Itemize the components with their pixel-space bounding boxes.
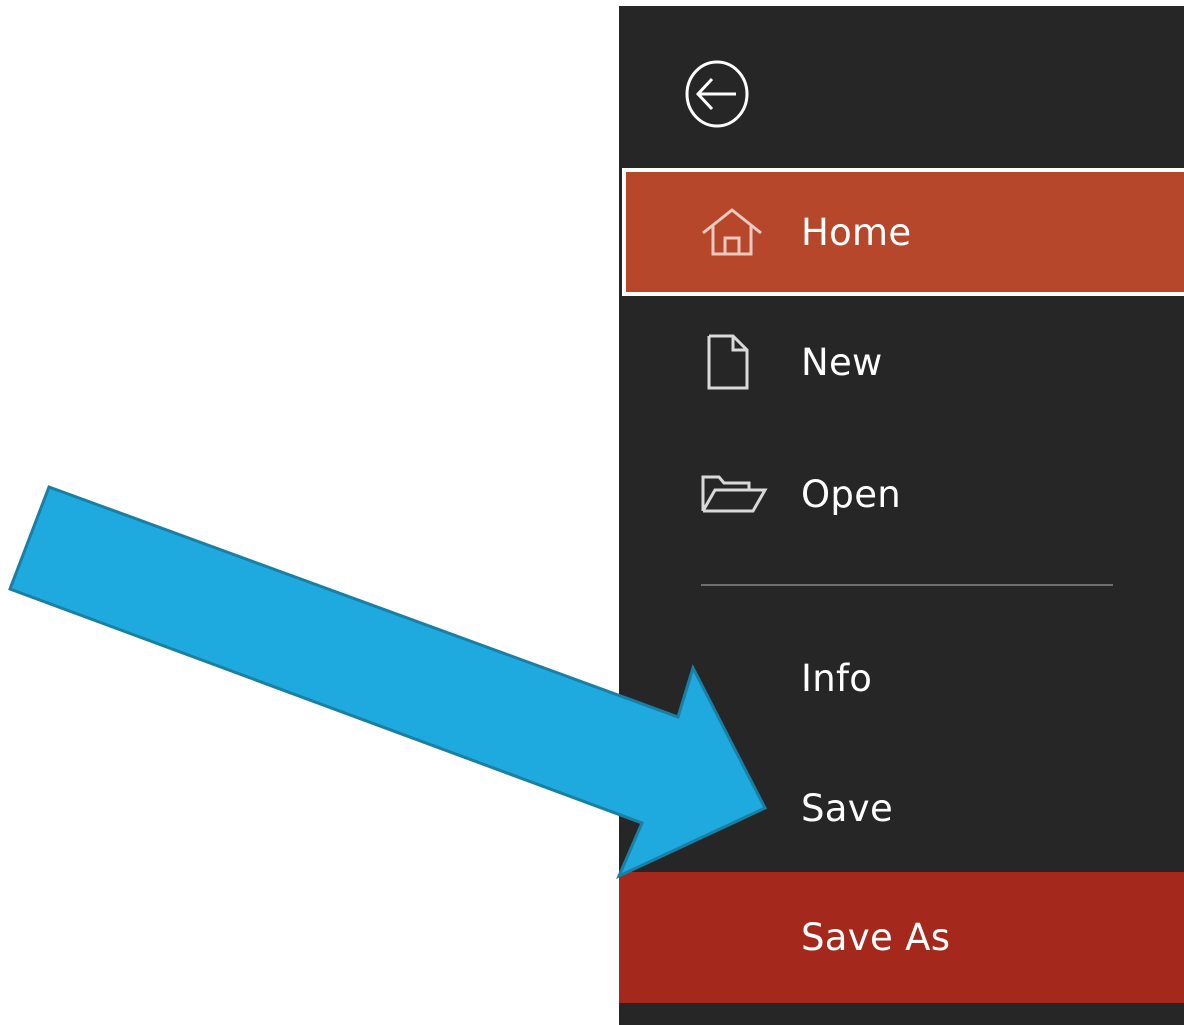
back-arrow-circle-icon <box>685 60 749 128</box>
nav-item-label: Save <box>801 786 894 830</box>
home-icon <box>702 208 762 256</box>
nav-item-home[interactable]: Home <box>622 168 1184 296</box>
menu-divider <box>701 584 1113 586</box>
open-folder-icon <box>701 475 768 513</box>
nav-item-info[interactable]: Info <box>619 614 1184 742</box>
nav-item-label: Home <box>801 210 912 254</box>
nav-item-new[interactable]: New <box>619 298 1184 426</box>
nav-item-label: Save As <box>801 916 951 959</box>
back-button[interactable] <box>684 59 750 129</box>
nav-item-label: Open <box>801 472 902 516</box>
nav-item-open[interactable]: Open <box>619 430 1184 558</box>
nav-item-save[interactable]: Save <box>619 744 1184 872</box>
nav-item-label: New <box>801 340 883 384</box>
nav-item-save-as[interactable]: Save As <box>619 872 1184 1003</box>
nav-item-label: Info <box>801 656 873 700</box>
backstage-panel: Home New Open Info Save Save As <box>619 6 1184 1025</box>
new-document-icon <box>707 334 749 390</box>
